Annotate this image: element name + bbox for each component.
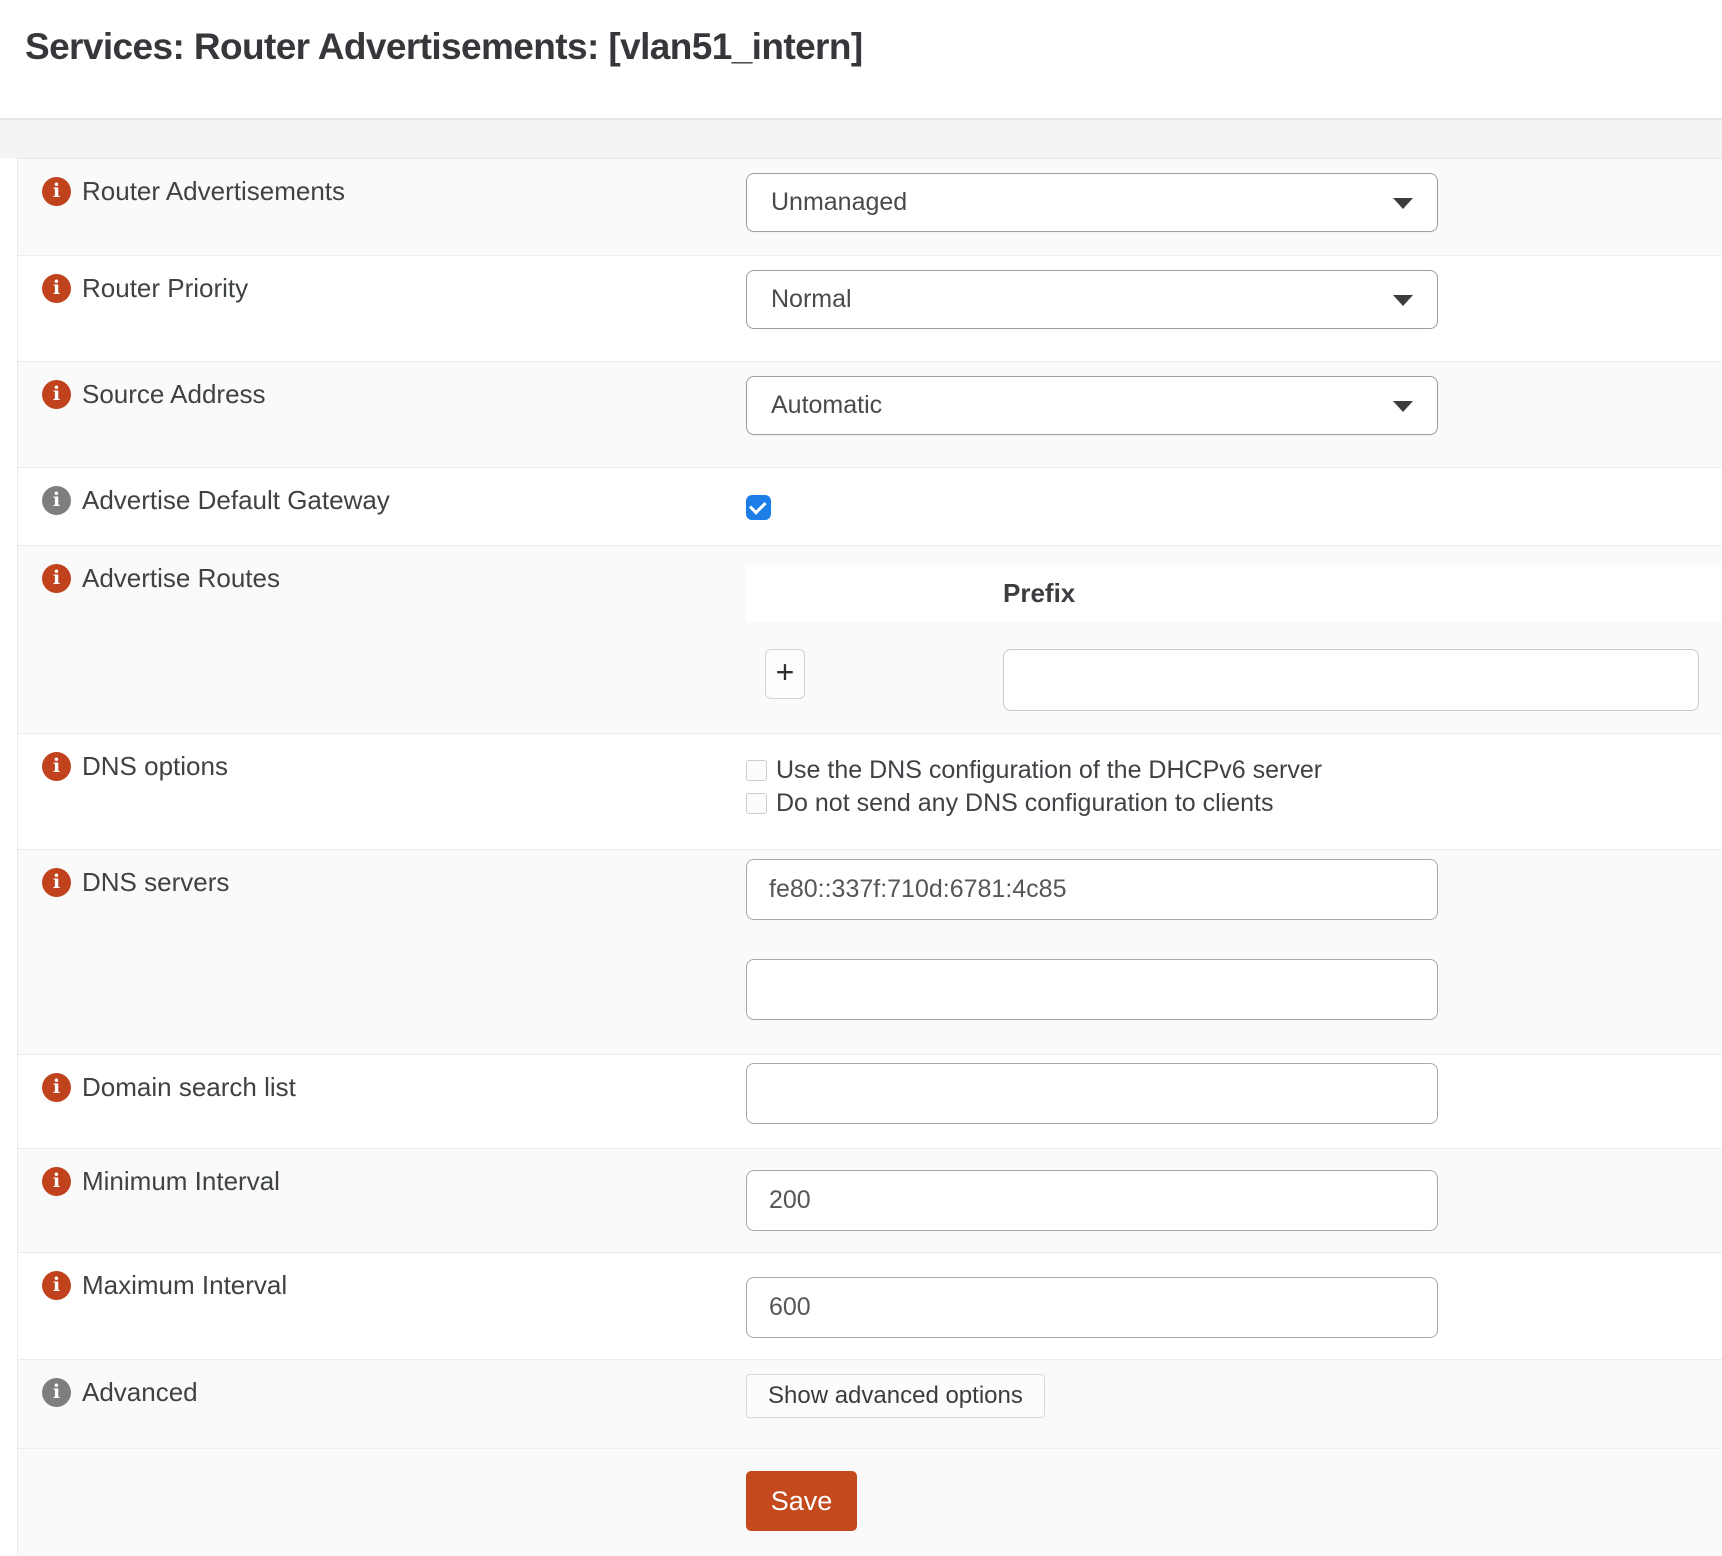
dns-server-2-input[interactable] — [746, 959, 1438, 1020]
plus-icon: + — [776, 654, 795, 691]
dns-option-dhcpv6: Use the DNS configuration of the DHCPv6 … — [746, 754, 1722, 787]
row-maximum-interval: Maximum Interval — [18, 1253, 1722, 1360]
field-label: Minimum Interval — [82, 1166, 280, 1197]
label-router-advertisements: Router Advertisements — [18, 159, 746, 255]
row-advanced: Advanced Show advanced options — [18, 1360, 1722, 1449]
label-domain-search-list: Domain search list — [18, 1055, 746, 1148]
control-dns-servers — [746, 850, 1722, 1054]
control-maximum-interval — [746, 1253, 1722, 1359]
label-source-address: Source Address — [18, 362, 746, 467]
chevron-down-icon — [1393, 198, 1413, 209]
router-priority-select[interactable]: Normal — [746, 270, 1438, 329]
label-minimum-interval: Minimum Interval — [18, 1149, 746, 1252]
checkbox-label: Use the DNS configuration of the DHCPv6 … — [776, 756, 1322, 785]
chevron-down-icon — [1393, 401, 1413, 412]
row-dns-servers: DNS servers — [18, 850, 1722, 1055]
control-advertise-routes: Prefix + — [746, 546, 1722, 733]
info-icon[interactable] — [42, 1271, 71, 1300]
field-label: DNS servers — [82, 867, 229, 898]
advertise-default-gateway-checkbox[interactable] — [746, 495, 771, 520]
selected-value: Unmanaged — [771, 188, 907, 217]
checkmark-icon — [749, 497, 767, 515]
dns-option-no-dns: Do not send any DNS configuration to cli… — [746, 787, 1722, 820]
page-header: Services: Router Advertisements: [vlan51… — [0, 0, 1722, 120]
control-router-advertisements: Unmanaged — [746, 159, 1722, 255]
info-icon[interactable] — [42, 752, 71, 781]
row-dns-options: DNS options Use the DNS configuration of… — [18, 734, 1722, 850]
row-router-priority: Router Priority Normal — [18, 256, 1722, 362]
selected-value: Automatic — [771, 391, 882, 420]
info-icon[interactable] — [42, 1167, 71, 1196]
label-router-priority: Router Priority — [18, 256, 746, 361]
domain-search-list-input[interactable] — [746, 1063, 1438, 1124]
prefix-input[interactable] — [1003, 649, 1699, 711]
info-icon[interactable] — [42, 564, 71, 593]
control-advertise-default-gateway — [746, 468, 1722, 545]
field-label: Advertise Routes — [82, 563, 280, 594]
header-separator-band — [0, 120, 1722, 158]
checkbox-label: Do not send any DNS configuration to cli… — [776, 789, 1274, 818]
row-advertise-routes: Advertise Routes Prefix + — [18, 546, 1722, 734]
label-advertise-routes: Advertise Routes — [18, 546, 746, 733]
control-advanced: Show advanced options — [746, 1360, 1722, 1448]
info-icon[interactable] — [42, 274, 71, 303]
minimum-interval-input[interactable] — [746, 1170, 1438, 1231]
field-label: Router Advertisements — [82, 176, 345, 207]
selected-value: Normal — [771, 285, 852, 314]
source-address-select[interactable]: Automatic — [746, 376, 1438, 435]
spacer — [746, 920, 1722, 959]
save-row: Save — [18, 1449, 1722, 1556]
row-domain-search-list: Domain search list — [18, 1055, 1722, 1149]
label-dns-servers: DNS servers — [18, 850, 746, 1054]
info-icon[interactable] — [42, 868, 71, 897]
prefix-column-header: Prefix — [1003, 578, 1075, 609]
routes-table-row: + — [746, 649, 1722, 711]
row-minimum-interval: Minimum Interval — [18, 1149, 1722, 1253]
save-button[interactable]: Save — [746, 1471, 857, 1531]
field-label: DNS options — [82, 751, 228, 782]
row-router-advertisements: Router Advertisements Unmanaged — [18, 159, 1722, 256]
maximum-interval-input[interactable] — [746, 1277, 1438, 1338]
field-label: Router Priority — [82, 273, 248, 304]
label-advertise-default-gateway: Advertise Default Gateway — [18, 468, 746, 545]
field-label: Source Address — [82, 379, 266, 410]
control-minimum-interval — [746, 1149, 1722, 1252]
control-source-address: Automatic — [746, 362, 1722, 467]
field-label: Domain search list — [82, 1072, 296, 1103]
field-label: Advanced — [82, 1377, 198, 1408]
router-advertisements-form: Router Advertisements Unmanaged Router P… — [17, 158, 1722, 1556]
label-dns-options: DNS options — [18, 734, 746, 849]
dns-dhcpv6-checkbox[interactable] — [746, 760, 767, 781]
chevron-down-icon — [1393, 295, 1413, 306]
label-maximum-interval: Maximum Interval — [18, 1253, 746, 1359]
router-advertisements-select[interactable]: Unmanaged — [746, 173, 1438, 232]
row-advertise-default-gateway: Advertise Default Gateway — [18, 468, 1722, 546]
dns-server-1-input[interactable] — [746, 859, 1438, 920]
field-label: Advertise Default Gateway — [82, 485, 390, 516]
control-dns-options: Use the DNS configuration of the DHCPv6 … — [746, 734, 1722, 849]
row-source-address: Source Address Automatic — [18, 362, 1722, 468]
add-route-button[interactable]: + — [765, 649, 805, 699]
info-icon[interactable] — [42, 486, 71, 515]
label-advanced: Advanced — [18, 1360, 746, 1448]
page-title: Services: Router Advertisements: [vlan51… — [25, 26, 1722, 68]
routes-table-header: Prefix — [746, 565, 1722, 622]
show-advanced-options-button[interactable]: Show advanced options — [746, 1374, 1045, 1418]
control-domain-search-list — [746, 1055, 1722, 1148]
info-icon[interactable] — [42, 1073, 71, 1102]
info-icon[interactable] — [42, 1378, 71, 1407]
dns-none-checkbox[interactable] — [746, 793, 767, 814]
info-icon[interactable] — [42, 177, 71, 206]
info-icon[interactable] — [42, 380, 71, 409]
field-label: Maximum Interval — [82, 1270, 287, 1301]
control-router-priority: Normal — [746, 256, 1722, 361]
